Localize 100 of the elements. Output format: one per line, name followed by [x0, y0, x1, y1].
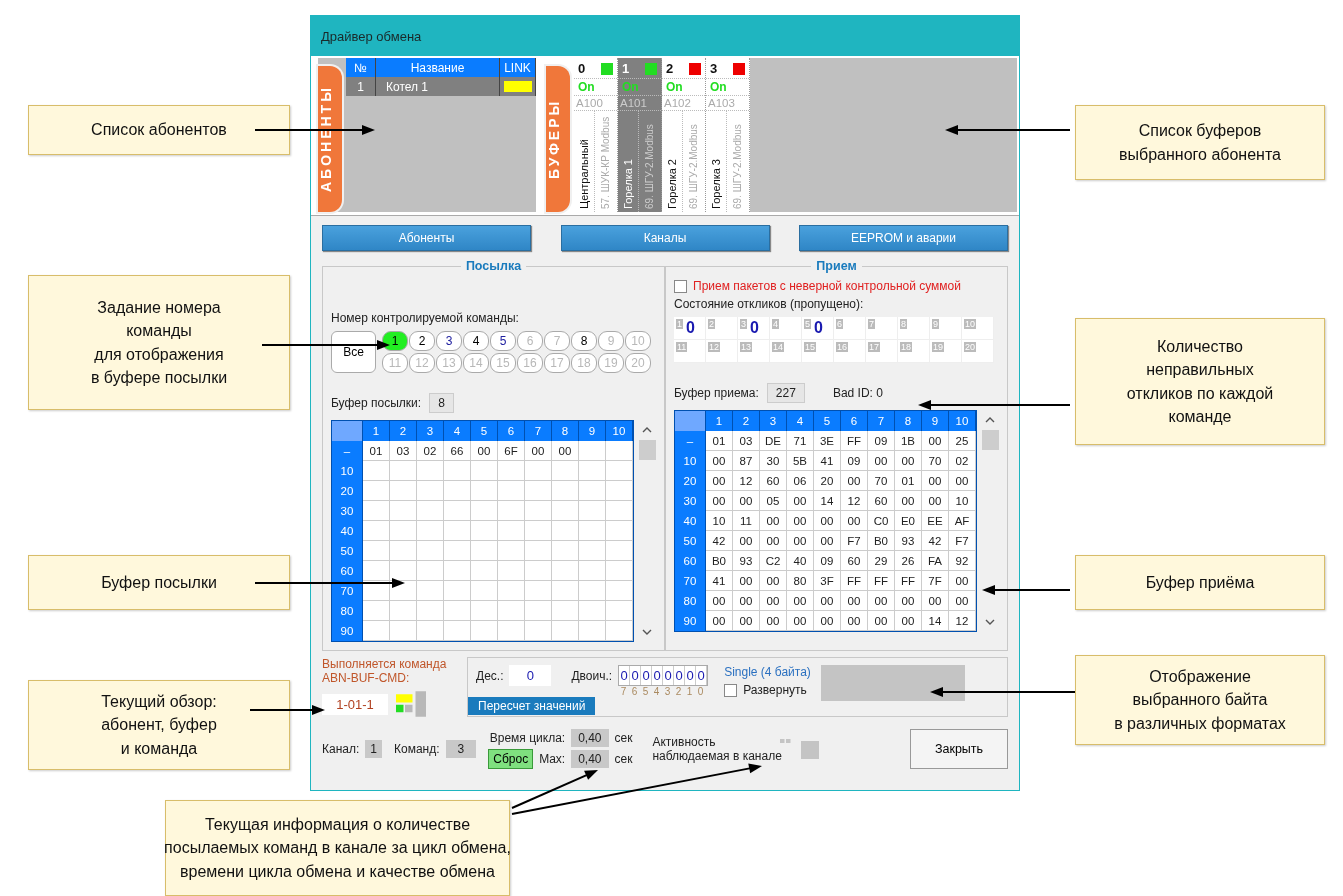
- table-cell[interactable]: 00: [525, 441, 552, 461]
- table-cell[interactable]: [525, 461, 552, 481]
- table-cell[interactable]: 00: [706, 471, 733, 491]
- buffer-column[interactable]: 3 On A103 Горелка 3 69. ШГУ-2.Modbus: [706, 58, 750, 212]
- table-cell[interactable]: 26: [895, 551, 922, 571]
- table-cell[interactable]: 00: [760, 611, 787, 631]
- scroll-down-icon[interactable]: [642, 629, 652, 635]
- table-cell[interactable]: [606, 621, 633, 641]
- table-cell[interactable]: [498, 481, 525, 501]
- table-cell[interactable]: [579, 521, 606, 541]
- table-cell[interactable]: 00: [841, 591, 868, 611]
- table-cell[interactable]: 03: [390, 441, 417, 461]
- table-cell[interactable]: [498, 521, 525, 541]
- table-cell[interactable]: [579, 601, 606, 621]
- bit-field[interactable]: 0: [685, 666, 697, 685]
- table-cell[interactable]: [579, 481, 606, 501]
- table-cell[interactable]: 00: [841, 611, 868, 631]
- table-cell[interactable]: [444, 621, 471, 641]
- table-cell[interactable]: [498, 621, 525, 641]
- table-cell[interactable]: [363, 461, 390, 481]
- table-cell[interactable]: [498, 461, 525, 481]
- table-cell[interactable]: 00: [949, 571, 976, 591]
- table-cell[interactable]: C0: [868, 511, 895, 531]
- command-button[interactable]: 8: [571, 331, 597, 351]
- table-cell[interactable]: 00: [895, 491, 922, 511]
- table-cell[interactable]: [525, 501, 552, 521]
- table-cell[interactable]: 00: [733, 531, 760, 551]
- table-cell[interactable]: [363, 601, 390, 621]
- table-cell[interactable]: [525, 581, 552, 601]
- table-cell[interactable]: 00: [922, 471, 949, 491]
- table-cell[interactable]: [525, 561, 552, 581]
- table-cell[interactable]: [417, 621, 444, 641]
- table-cell[interactable]: [417, 541, 444, 561]
- bit-field[interactable]: 0: [674, 666, 686, 685]
- table-cell[interactable]: [390, 521, 417, 541]
- table-cell[interactable]: 00: [706, 591, 733, 611]
- table-cell[interactable]: 60: [760, 471, 787, 491]
- table-cell[interactable]: [498, 581, 525, 601]
- table-cell[interactable]: [579, 441, 606, 461]
- table-cell[interactable]: [417, 581, 444, 601]
- buffer-column[interactable]: 2 On A102 Горелка 2 69. ШГУ-2.Modbus: [662, 58, 706, 212]
- table-cell[interactable]: [363, 581, 390, 601]
- table-cell[interactable]: [417, 601, 444, 621]
- table-cell[interactable]: 20: [814, 471, 841, 491]
- table-cell[interactable]: 02: [417, 441, 444, 461]
- table-cell[interactable]: [363, 541, 390, 561]
- table-cell[interactable]: [390, 601, 417, 621]
- table-cell[interactable]: 03: [733, 431, 760, 451]
- table-cell[interactable]: 93: [895, 531, 922, 551]
- table-cell[interactable]: [579, 581, 606, 601]
- table-cell[interactable]: [606, 481, 633, 501]
- table-cell[interactable]: [579, 461, 606, 481]
- table-cell[interactable]: B0: [868, 531, 895, 551]
- table-cell[interactable]: 00: [922, 431, 949, 451]
- table-cell[interactable]: 00: [787, 531, 814, 551]
- table-cell[interactable]: F7: [949, 531, 976, 551]
- close-button[interactable]: Закрыть: [910, 729, 1008, 769]
- table-cell[interactable]: 00: [706, 611, 733, 631]
- table-cell[interactable]: 6F: [498, 441, 525, 461]
- bit-field[interactable]: 0: [641, 666, 653, 685]
- table-cell[interactable]: 00: [787, 511, 814, 531]
- table-cell[interactable]: 00: [814, 531, 841, 551]
- scroll-down-icon[interactable]: [985, 619, 995, 625]
- table-cell[interactable]: 25: [949, 431, 976, 451]
- table-cell[interactable]: [444, 461, 471, 481]
- table-cell[interactable]: [390, 501, 417, 521]
- table-cell[interactable]: 14: [814, 491, 841, 511]
- table-cell[interactable]: FA: [922, 551, 949, 571]
- table-cell[interactable]: [444, 581, 471, 601]
- command-button[interactable]: 1: [382, 331, 408, 351]
- recalc-bar[interactable]: Пересчет значений: [468, 697, 596, 715]
- table-cell[interactable]: [363, 621, 390, 641]
- table-cell[interactable]: [552, 461, 579, 481]
- command-button[interactable]: 5: [490, 331, 516, 351]
- table-cell[interactable]: [471, 601, 498, 621]
- bit-field[interactable]: 0: [663, 666, 675, 685]
- table-cell[interactable]: [579, 501, 606, 521]
- table-cell[interactable]: [444, 521, 471, 541]
- table-cell[interactable]: [552, 521, 579, 541]
- command-button[interactable]: 4: [463, 331, 489, 351]
- table-cell[interactable]: [552, 481, 579, 501]
- table-cell[interactable]: [552, 581, 579, 601]
- table-cell[interactable]: 00: [552, 441, 579, 461]
- table-cell[interactable]: [417, 521, 444, 541]
- table-cell[interactable]: 01: [363, 441, 390, 461]
- table-cell[interactable]: 70: [868, 471, 895, 491]
- table-cell[interactable]: 00: [868, 611, 895, 631]
- table-cell[interactable]: 01: [895, 471, 922, 491]
- table-cell[interactable]: 00: [733, 611, 760, 631]
- table-cell[interactable]: 06: [787, 471, 814, 491]
- table-cell[interactable]: [606, 581, 633, 601]
- table-cell[interactable]: [525, 521, 552, 541]
- table-cell[interactable]: 12: [841, 491, 868, 511]
- table-cell[interactable]: [498, 501, 525, 521]
- table-cell[interactable]: [390, 621, 417, 641]
- table-cell[interactable]: 00: [787, 591, 814, 611]
- table-cell[interactable]: 00: [895, 451, 922, 471]
- bit-field[interactable]: 0: [652, 666, 664, 685]
- table-cell[interactable]: 00: [760, 511, 787, 531]
- decimal-field[interactable]: 0: [509, 665, 552, 686]
